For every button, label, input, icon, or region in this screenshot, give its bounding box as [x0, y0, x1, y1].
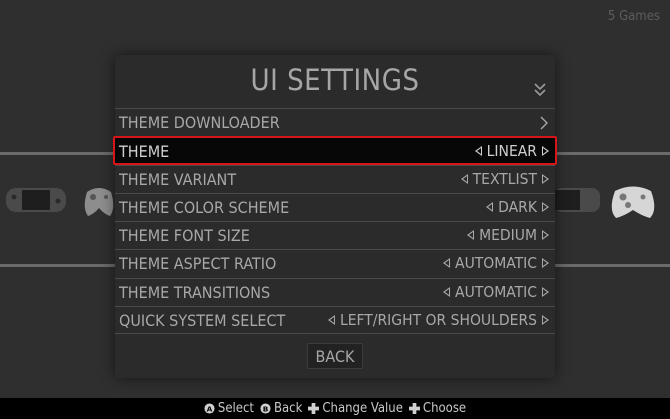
arrow-right-icon[interactable]	[542, 286, 549, 297]
menu-title: UI SETTINGS	[250, 63, 420, 97]
option-value: LEFT/RIGHT OR SHOULDERS	[339, 311, 537, 330]
help-select: A Select	[204, 401, 254, 416]
row-label: THEME VARIANT	[119, 169, 237, 189]
arrow-left-icon[interactable]	[327, 315, 335, 326]
help-choose: Choose	[408, 401, 467, 416]
help-back: B Back	[260, 401, 302, 416]
arrow-right-icon[interactable]	[542, 146, 549, 157]
row-theme-transitions[interactable]: THEME TRANSITIONS AUTOMATIC	[115, 277, 555, 306]
gamepad-image	[84, 188, 114, 216]
arrow-right-icon[interactable]	[542, 173, 549, 184]
arrow-right-icon[interactable]	[542, 201, 549, 212]
handheld-console-image	[6, 188, 66, 212]
row-theme-variant[interactable]: THEME VARIANT TEXTLIST	[115, 164, 555, 193]
row-theme-color-scheme[interactable]: THEME COLOR SCHEME DARK	[115, 192, 555, 221]
option-value: AUTOMATIC	[455, 254, 537, 273]
a-button-icon: A	[204, 403, 215, 414]
option-value: TEXTLIST	[472, 169, 537, 188]
row-label: THEME ASPECT RATIO	[119, 254, 277, 274]
option-value: MEDIUM	[479, 226, 537, 245]
help-bar: A Select B Back Change Value Choose	[0, 398, 670, 419]
row-label: THEME DOWNLOADER	[119, 113, 280, 132]
arrow-right-icon[interactable]	[542, 258, 549, 269]
option-selector[interactable]: AUTOMATIC	[443, 283, 549, 301]
option-selector[interactable]: DARK	[486, 198, 549, 216]
dpad-icon	[408, 403, 420, 414]
option-selector[interactable]: LEFT/RIGHT OR SHOULDERS	[327, 311, 549, 330]
row-theme-aspect-ratio[interactable]: THEME ASPECT RATIO AUTOMATIC	[115, 249, 555, 277]
settings-list: THEME DOWNLOADER THEME LINEAR THEME VARI…	[113, 108, 557, 335]
row-theme[interactable]: THEME LINEAR	[113, 136, 557, 165]
option-value: DARK	[498, 197, 537, 216]
arrow-left-icon[interactable]	[486, 201, 494, 212]
xbox-controller-image	[611, 186, 655, 218]
option-selector[interactable]: AUTOMATIC	[443, 254, 549, 272]
help-label: Select	[217, 401, 254, 416]
arrow-left-icon[interactable]	[474, 146, 482, 157]
row-label: THEME FONT SIZE	[119, 226, 250, 246]
help-label: Change Value	[322, 401, 403, 416]
chevron-right-icon	[540, 116, 548, 130]
help-change-value: Change Value	[308, 401, 403, 416]
games-count: 5 Games	[607, 9, 660, 24]
option-selector[interactable]: TEXTLIST	[460, 169, 549, 188]
row-label: THEME	[119, 142, 170, 162]
svg-text:A: A	[207, 404, 213, 413]
row-label: QUICK SYSTEM SELECT	[119, 311, 286, 331]
arrow-left-icon[interactable]	[443, 286, 451, 297]
option-selector[interactable]: LINEAR	[474, 142, 549, 161]
row-quick-system-select[interactable]: QUICK SYSTEM SELECT LEFT/RIGHT OR SHOULD…	[115, 306, 555, 335]
arrow-left-icon[interactable]	[460, 173, 468, 184]
help-label: Choose	[422, 401, 467, 416]
row-theme-font-size[interactable]: THEME FONT SIZE MEDIUM	[115, 221, 555, 249]
ui-settings-menu: UI SETTINGS THEME DOWNLOADER THEME LINEA…	[113, 55, 557, 378]
arrow-left-icon[interactable]	[443, 258, 451, 269]
row-label: THEME COLOR SCHEME	[119, 197, 290, 217]
option-selector[interactable]: MEDIUM	[467, 226, 549, 244]
row-label: THEME TRANSITIONS	[119, 282, 271, 302]
handheld-console-image-right	[554, 188, 600, 212]
option-value: AUTOMATIC	[455, 282, 537, 301]
row-theme-downloader[interactable]: THEME DOWNLOADER	[115, 108, 555, 136]
option-value: LINEAR	[486, 142, 537, 161]
arrow-left-icon[interactable]	[467, 230, 475, 241]
arrow-right-icon[interactable]	[542, 230, 549, 241]
svg-text:B: B	[263, 404, 269, 413]
b-button-icon: B	[260, 403, 271, 414]
back-button[interactable]: BACK	[307, 343, 363, 369]
help-label: Back	[273, 401, 303, 416]
scroll-down-icon	[534, 83, 546, 97]
dpad-icon	[308, 403, 320, 414]
arrow-right-icon[interactable]	[542, 315, 549, 326]
